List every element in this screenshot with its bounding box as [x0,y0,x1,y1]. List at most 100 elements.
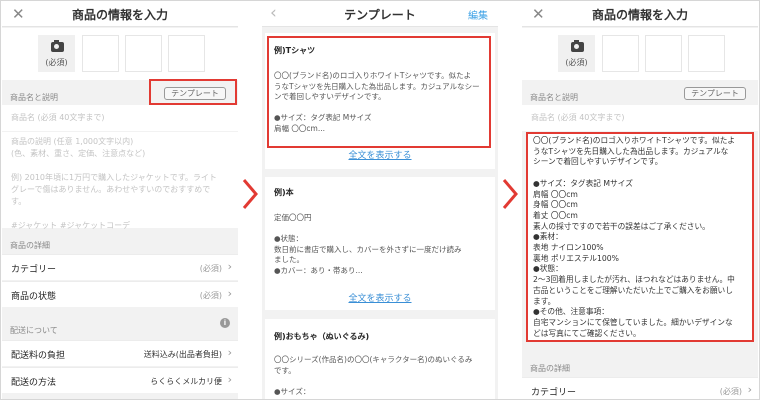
section-label-details: 商品の詳細 [530,364,570,373]
highlight-template-button [149,79,237,105]
text-line [274,376,486,387]
highlight-template-card [267,36,491,148]
photo-slot[interactable] [82,35,119,72]
text-line: 定価〇〇円 [274,213,312,222]
chevron-right-icon: › [227,346,232,359]
section-label-name-desc: 商品名と説明 [530,93,578,102]
header: ✕ 商品の情報を入力 [522,1,758,27]
text-line: ●状態： [533,264,563,274]
text-line: 肩幅 〇〇cm [533,189,578,199]
photo-required-label: (必須) [45,58,68,67]
photo-slot[interactable] [602,35,639,72]
text-line: グレーで傷はありません。あわせやすいのでおすすめで [11,185,211,194]
section-label-shipping: 配送について [10,326,58,335]
text-line: どは写真にてご確認ください。 [533,328,641,338]
photo-slot[interactable] [645,35,682,72]
shipping-fee-label: 配送料の負担 [11,351,66,361]
add-photo-button[interactable]: (必須) [38,35,75,72]
condition-label: 商品の状態 [11,292,57,302]
text-line: #ジャケット #ジャケットコーデ [11,221,131,230]
photo-slot[interactable] [125,35,162,72]
text-line: ●カバー：あり・帯あり... [274,265,363,275]
photo-slot[interactable] [168,35,205,72]
text-line: 例) 2010年頃に1万円で購入したジャケットです。ライト [11,173,217,182]
text-line [274,224,486,235]
camera-icon [51,40,64,52]
text-line: 裏地 ポリエステル100% [533,253,619,263]
page-title: 商品の情報を入力 [71,8,168,22]
shipping-method-row[interactable]: 配送の方法 らくらくメルカリ便 › [2,367,238,393]
text-line: 数日前に書店で購入し、カバーを外さずに一度だけ読み [274,244,462,254]
text-line: 〇〇(ブランド名)のロゴ入りホワイトTシャツです。似たよ [533,136,736,145]
text-line: 素人の採寸ですので若干の誤差はご了承ください。 [533,221,710,231]
template-body: 定価〇〇円 ●状態： 数日前に書店で購入し、カバーを外さずに一度だけ読み ました。 ●… [274,213,486,276]
text-line [11,160,217,172]
photo-strip: (必須) [2,28,238,80]
section-label-name-desc: 商品名と説明 [10,93,58,102]
category-value: (必須) [199,264,222,273]
text-line: 着丈 〇〇cm [533,210,578,220]
template-title: 例)本 [274,188,294,197]
text-line: ●サイズ：タグ表記 Mサイズ [533,178,633,188]
text-line: す。 [11,197,27,206]
text-line: ました。 [274,255,304,264]
template-card[interactable]: 例)おもちゃ（ぬいぐるみ) 〇〇シリーズ(作品名)の〇〇(キャラクター名)のぬい… [265,319,495,399]
panel-template-list: ‹ テンプレート 編集 例)Tシャツ 〇〇(ブランド名)のロゴ入りホワイトTシャ… [262,1,498,399]
photo-slot[interactable] [688,35,725,72]
text-line: 古品ということをご理解いただいた上でご購入をお願いし [533,285,733,295]
info-icon[interactable]: i [220,318,230,328]
name-input[interactable]: 商品名 (必須 40文字まで) [2,105,238,131]
name-placeholder: 商品名 (必須 40文字まで) [531,113,625,122]
category-value: (必須) [719,387,742,396]
condition-row[interactable]: 商品の状態 (必須) › [2,281,238,307]
page-title: テンプレート [344,8,416,22]
panel-listing-form-filled: ✕ 商品の情報を入力 (必須) 商品名と説明 テンプレート 商品名 (必須 40… [522,1,758,399]
description-placeholder: 商品の説明 (任意 1,000文字以内) (色、素材、重さ、定価、注意点など) 例… [11,136,217,232]
template-title: 例)おもちゃ（ぬいぐるみ) [274,332,370,341]
category-label: カテゴリー [531,388,577,398]
text-line: 商品の説明 (任意 1,000文字以内) [11,137,134,146]
text-line: 表地 ナイロン100% [533,243,604,253]
chevron-right-icon: › [227,373,232,386]
page-title: 商品の情報を入力 [591,8,688,22]
category-row[interactable]: カテゴリー (必須) › [2,254,238,280]
text-line: 2〜3回着用しましたが汚れ、ほつれなどはありません。中 [533,275,735,285]
name-placeholder: 商品名 (必須 40文字まで) [11,113,105,122]
text-line: ●素材： [533,232,563,242]
text-line: ●その他、注意事項： [533,307,609,317]
text-line: 身幅 〇〇cm [533,200,578,210]
camera-icon [571,40,584,52]
text-line: ●状態： [274,234,304,243]
add-photo-button[interactable]: (必須) [558,35,595,72]
text-line: 〇〇シリーズ(作品名)の〇〇(キャラクター名)のぬいぐるみ [274,355,473,364]
description-textarea[interactable]: 〇〇(ブランド名)のロゴ入りホワイトTシャツです。似たよ うなTシャツを先日購入し… [526,132,754,342]
condition-value: (必須) [199,291,222,300]
shipping-fee-row[interactable]: 配送料の負担 送料込み(出品者負担) › [2,340,238,366]
text-line: ます。 [533,296,556,306]
section-label-details: 商品の詳細 [10,241,50,250]
arrow-right-icon [242,179,258,209]
arrow-right-icon [502,179,518,209]
shipping-method-label: 配送の方法 [11,378,57,388]
text-line: (色、素材、重さ、定価、注意点など) [11,149,146,158]
edit-button[interactable]: 編集 [468,7,488,22]
chevron-right-icon: › [227,287,232,300]
text-line: 自宅マンションにて保管していました。細かいデザインな [533,317,733,327]
name-input[interactable]: 商品名 (必須 40文字まで) [522,105,758,131]
category-label: カテゴリー [11,265,57,275]
shipping-method-value: らくらくメルカリ便 [150,377,222,386]
show-all-link[interactable]: 全文を表示する [262,291,498,304]
category-row[interactable]: カテゴリー (必須) › [522,377,758,399]
header: ‹ テンプレート 編集 [262,1,498,27]
header: ✕ 商品の情報を入力 [2,1,238,27]
chevron-right-icon: › [227,260,232,273]
show-all-link[interactable]: 全文を表示する [262,148,498,161]
photo-strip: (必須) [522,28,758,80]
text-line [533,168,747,179]
text-line: です。 [274,365,296,375]
template-button[interactable]: テンプレート [684,87,746,100]
text-line [11,208,217,220]
panel-listing-form: ✕ 商品の情報を入力 (必須) 商品名と説明 テンプレート 商品名 (必須 40… [2,1,238,399]
description-input[interactable]: 商品の説明 (任意 1,000文字以内) (色、素材、重さ、定価、注意点など) 例… [2,132,238,230]
chevron-right-icon: › [747,383,752,396]
